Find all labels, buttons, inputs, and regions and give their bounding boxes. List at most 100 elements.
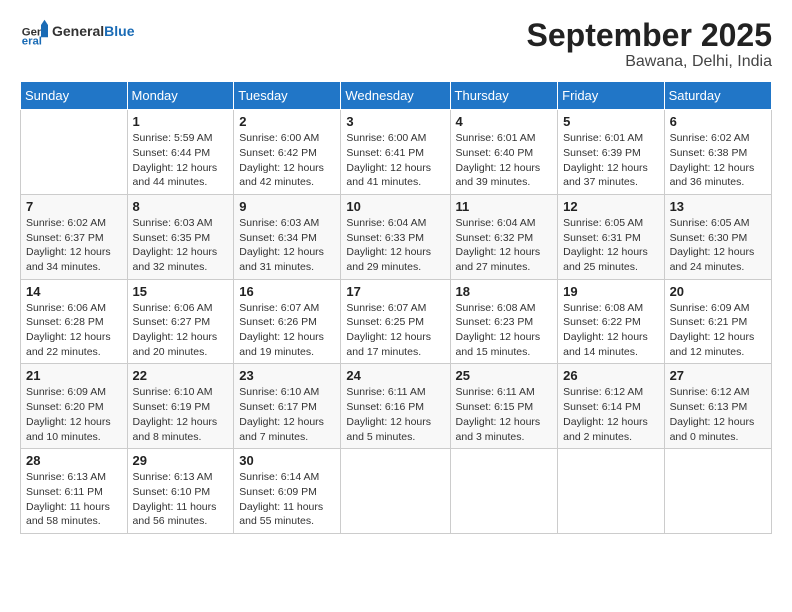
day-info: Sunrise: 6:14 AM Sunset: 6:09 PM Dayligh… — [239, 470, 335, 529]
day-number: 21 — [26, 368, 122, 383]
table-row: 28Sunrise: 6:13 AM Sunset: 6:11 PM Dayli… — [21, 449, 128, 534]
table-row: 9 Sunrise: 6:03 AM Sunset: 6:34 PM Daylig… — [234, 194, 341, 279]
day-info: Sunrise: 6:00 AM Sunset: 6:41 PM Dayligh… — [346, 131, 444, 190]
month-title: September 2025 — [527, 18, 772, 53]
table-row: 26Sunrise: 6:12 AM Sunset: 6:14 PM Dayli… — [558, 364, 664, 449]
day-info: Sunrise: 6:03 AM Sunset: 6:34 PM Dayligh… — [239, 216, 335, 275]
table-row: 15 Sunrise: 6:06 AM Sunset: 6:27 PM Dayli… — [127, 279, 234, 364]
calendar-week-row: 14 Sunrise: 6:06 AM Sunset: 6:28 PM Dayli… — [21, 279, 772, 364]
day-info: Sunrise: 6:02 AM Sunset: 6:37 PM Dayligh… — [26, 216, 122, 275]
calendar-week-row: 28Sunrise: 6:13 AM Sunset: 6:11 PM Dayli… — [21, 449, 772, 534]
table-row: 5Sunrise: 6:01 AM Sunset: 6:39 PM Daylig… — [558, 110, 664, 195]
day-number: 25 — [456, 368, 553, 383]
logo-icon: Gen eral — [20, 18, 48, 46]
table-row: 12 Sunrise: 6:05 AM Sunset: 6:31 PM Dayli… — [558, 194, 664, 279]
header-tuesday: Tuesday — [234, 82, 341, 110]
table-row: 7 Sunrise: 6:02 AM Sunset: 6:37 PM Daylig… — [21, 194, 128, 279]
header-sunday: Sunday — [21, 82, 128, 110]
calendar-page: Gen eral GeneralBlue September 2025 Bawa… — [0, 0, 792, 612]
day-info: Sunrise: 6:13 AM Sunset: 6:10 PM Dayligh… — [133, 470, 229, 529]
day-number: 28 — [26, 453, 122, 468]
day-info: Sunrise: 6:05 AM Sunset: 6:30 PM Dayligh… — [670, 216, 766, 275]
table-row: 6 Sunrise: 6:02 AM Sunset: 6:38 PM Daylig… — [664, 110, 771, 195]
day-info: Sunrise: 6:06 AM Sunset: 6:28 PM Dayligh… — [26, 301, 122, 360]
table-row: 21Sunrise: 6:09 AM Sunset: 6:20 PM Dayli… — [21, 364, 128, 449]
day-info: Sunrise: 6:11 AM Sunset: 6:16 PM Dayligh… — [346, 385, 444, 444]
day-info: Sunrise: 6:09 AM Sunset: 6:21 PM Dayligh… — [670, 301, 766, 360]
table-row: 22Sunrise: 6:10 AM Sunset: 6:19 PM Dayli… — [127, 364, 234, 449]
day-number: 7 — [26, 199, 122, 214]
table-row — [664, 449, 771, 534]
logo-text: GeneralBlue — [52, 24, 134, 39]
table-row: 19 Sunrise: 6:08 AM Sunset: 6:22 PM Dayli… — [558, 279, 664, 364]
table-row: 17 Sunrise: 6:07 AM Sunset: 6:25 PM Dayli… — [341, 279, 450, 364]
header-thursday: Thursday — [450, 82, 558, 110]
day-number: 6 — [670, 114, 766, 129]
table-row: 27 Sunrise: 6:12 AM Sunset: 6:13 PM Dayli… — [664, 364, 771, 449]
day-info: Sunrise: 6:04 AM Sunset: 6:33 PM Dayligh… — [346, 216, 444, 275]
day-number: 2 — [239, 114, 335, 129]
day-info: Sunrise: 6:04 AM Sunset: 6:32 PM Dayligh… — [456, 216, 553, 275]
table-row — [341, 449, 450, 534]
day-info: Sunrise: 6:02 AM Sunset: 6:38 PM Dayligh… — [670, 131, 766, 190]
day-number: 27 — [670, 368, 766, 383]
day-number: 12 — [563, 199, 658, 214]
header-monday: Monday — [127, 82, 234, 110]
day-number: 4 — [456, 114, 553, 129]
location: Bawana, Delhi, India — [527, 53, 772, 71]
table-row: 29 Sunrise: 6:13 AM Sunset: 6:10 PM Dayli… — [127, 449, 234, 534]
day-number: 15 — [133, 284, 229, 299]
day-info: Sunrise: 6:10 AM Sunset: 6:17 PM Dayligh… — [239, 385, 335, 444]
header-saturday: Saturday — [664, 82, 771, 110]
title-block: September 2025 Bawana, Delhi, India — [527, 18, 772, 71]
day-number: 1 — [133, 114, 229, 129]
table-row: 14 Sunrise: 6:06 AM Sunset: 6:28 PM Dayli… — [21, 279, 128, 364]
table-row: 8Sunrise: 6:03 AM Sunset: 6:35 PM Daylig… — [127, 194, 234, 279]
day-info: Sunrise: 6:12 AM Sunset: 6:14 PM Dayligh… — [563, 385, 658, 444]
day-info: Sunrise: 6:12 AM Sunset: 6:13 PM Dayligh… — [670, 385, 766, 444]
table-row — [21, 110, 128, 195]
day-info: Sunrise: 6:01 AM Sunset: 6:40 PM Dayligh… — [456, 131, 553, 190]
day-info: Sunrise: 5:59 AM Sunset: 6:44 PM Dayligh… — [133, 131, 229, 190]
day-number: 3 — [346, 114, 444, 129]
page-header: Gen eral GeneralBlue September 2025 Bawa… — [20, 18, 772, 71]
day-info: Sunrise: 6:03 AM Sunset: 6:35 PM Dayligh… — [133, 216, 229, 275]
day-number: 29 — [133, 453, 229, 468]
logo-blue: Blue — [104, 23, 134, 39]
table-row: 11Sunrise: 6:04 AM Sunset: 6:32 PM Dayli… — [450, 194, 558, 279]
logo-general: General — [52, 23, 104, 39]
day-info: Sunrise: 6:05 AM Sunset: 6:31 PM Dayligh… — [563, 216, 658, 275]
table-row: 23Sunrise: 6:10 AM Sunset: 6:17 PM Dayli… — [234, 364, 341, 449]
table-row: 10Sunrise: 6:04 AM Sunset: 6:33 PM Dayli… — [341, 194, 450, 279]
day-info: Sunrise: 6:07 AM Sunset: 6:26 PM Dayligh… — [239, 301, 335, 360]
table-row: 30 Sunrise: 6:14 AM Sunset: 6:09 PM Dayli… — [234, 449, 341, 534]
day-number: 9 — [239, 199, 335, 214]
day-info: Sunrise: 6:06 AM Sunset: 6:27 PM Dayligh… — [133, 301, 229, 360]
calendar-week-row: 1 Sunrise: 5:59 AM Sunset: 6:44 PM Daylig… — [21, 110, 772, 195]
day-number: 19 — [563, 284, 658, 299]
day-info: Sunrise: 6:07 AM Sunset: 6:25 PM Dayligh… — [346, 301, 444, 360]
day-number: 18 — [456, 284, 553, 299]
svg-text:eral: eral — [22, 35, 42, 46]
day-number: 13 — [670, 199, 766, 214]
day-info: Sunrise: 6:10 AM Sunset: 6:19 PM Dayligh… — [133, 385, 229, 444]
calendar-table: Sunday Monday Tuesday Wednesday Thursday… — [20, 81, 772, 534]
day-number: 17 — [346, 284, 444, 299]
day-info: Sunrise: 6:08 AM Sunset: 6:22 PM Dayligh… — [563, 301, 658, 360]
day-info: Sunrise: 6:01 AM Sunset: 6:39 PM Dayligh… — [563, 131, 658, 190]
day-number: 30 — [239, 453, 335, 468]
day-number: 20 — [670, 284, 766, 299]
table-row — [450, 449, 558, 534]
table-row: 20 Sunrise: 6:09 AM Sunset: 6:21 PM Dayli… — [664, 279, 771, 364]
logo: Gen eral GeneralBlue — [20, 18, 134, 46]
table-row: 3 Sunrise: 6:00 AM Sunset: 6:41 PM Daylig… — [341, 110, 450, 195]
table-row — [558, 449, 664, 534]
header-friday: Friday — [558, 82, 664, 110]
table-row: 1 Sunrise: 5:59 AM Sunset: 6:44 PM Daylig… — [127, 110, 234, 195]
table-row: 24Sunrise: 6:11 AM Sunset: 6:16 PM Dayli… — [341, 364, 450, 449]
header-wednesday: Wednesday — [341, 82, 450, 110]
table-row: 2Sunrise: 6:00 AM Sunset: 6:42 PM Daylig… — [234, 110, 341, 195]
day-number: 14 — [26, 284, 122, 299]
table-row: 25Sunrise: 6:11 AM Sunset: 6:15 PM Dayli… — [450, 364, 558, 449]
calendar-week-row: 21Sunrise: 6:09 AM Sunset: 6:20 PM Dayli… — [21, 364, 772, 449]
